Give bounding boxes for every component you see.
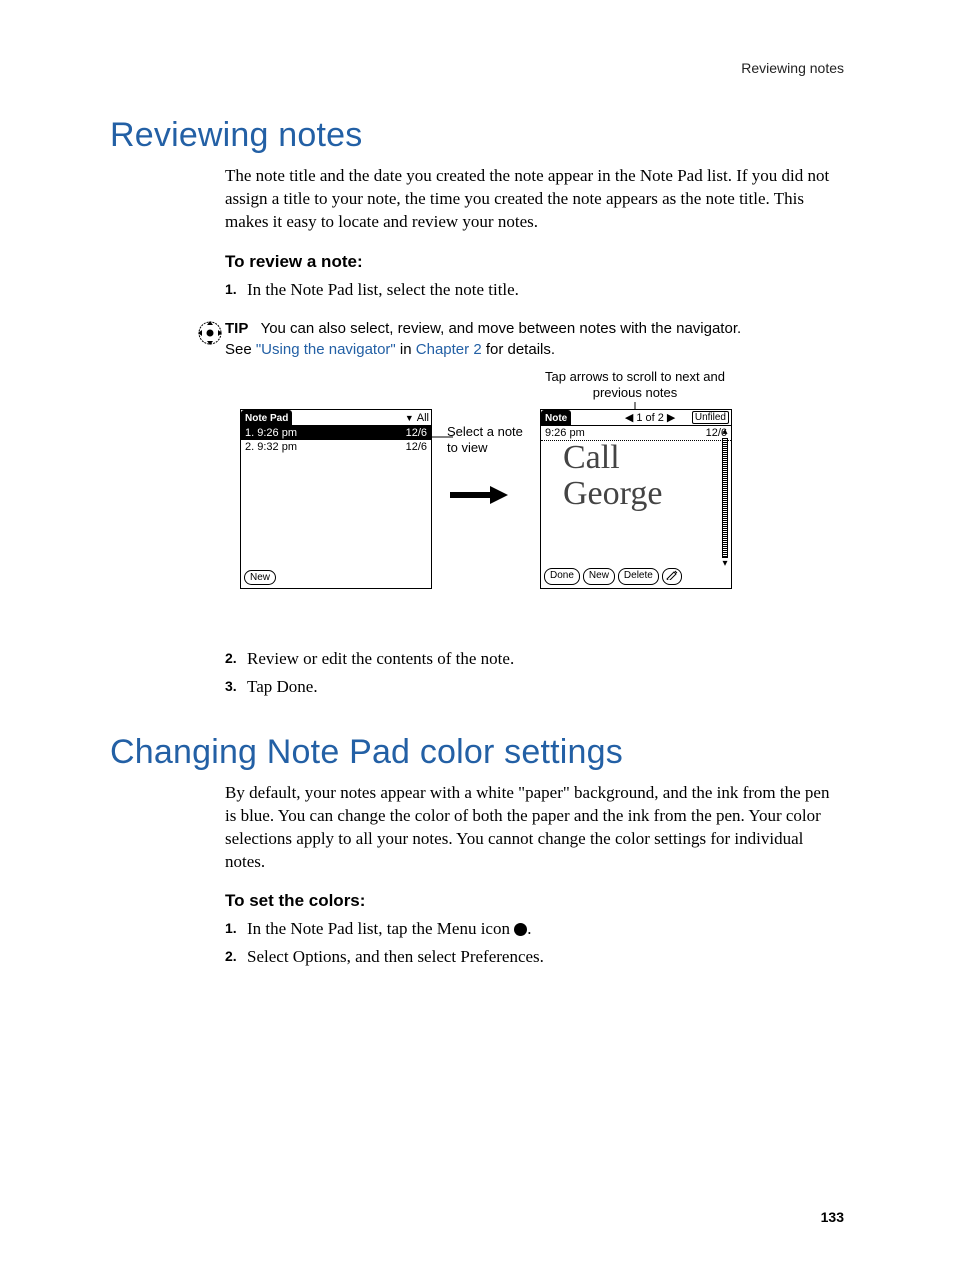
app-title-notepad: Note Pad xyxy=(241,410,292,426)
running-header: Reviewing notes xyxy=(110,60,844,76)
subhead-to-review: To review a note: xyxy=(225,252,844,272)
pen-tool-icon[interactable] xyxy=(662,568,682,585)
done-button[interactable]: Done xyxy=(544,568,580,585)
app-title-note: Note xyxy=(541,410,571,426)
link-chapter-2[interactable]: Chapter 2 xyxy=(416,341,482,358)
color-step-2: 2. Select Options, and then select Prefe… xyxy=(225,945,844,969)
dropdown-triangle-icon[interactable]: ▼ xyxy=(405,413,414,423)
menu-icon xyxy=(514,923,527,936)
intro-paragraph-2: By default, your notes appear with a whi… xyxy=(225,782,844,874)
list-item-2[interactable]: 2. 9:32 pm 12/6 xyxy=(241,440,431,454)
heading-reviewing-notes: Reviewing notes xyxy=(110,116,844,155)
scrollbar[interactable]: ▴ ▾ xyxy=(721,428,729,568)
figure-notepad-screens: Tap arrows to scroll to next and previou… xyxy=(225,389,844,619)
step-3: 3. Tap Done. xyxy=(225,675,844,699)
subhead-set-colors: To set the colors: xyxy=(225,891,844,911)
new-button[interactable]: New xyxy=(244,570,276,585)
link-using-navigator[interactable]: "Using the navigator" xyxy=(256,341,396,358)
tip-line1: You can also select, review, and move be… xyxy=(261,320,742,337)
category-all[interactable]: All xyxy=(417,412,429,424)
note-counter: 1 of 2 xyxy=(636,412,664,424)
navigator-icon xyxy=(195,318,225,355)
screenshot-notepad-list: Note Pad ▼ All 1. 9:26 pm 12/6 2. 9:32 p… xyxy=(240,409,432,589)
screenshot-note-view: Note ◀ 1 of 2 ▶ Unfiled 9:26 pm 12/6 Cal… xyxy=(540,409,732,589)
arrow-icon xyxy=(450,489,510,501)
step-2: 2. Review or edit the contents of the no… xyxy=(225,647,844,671)
step-1: 1. In the Note Pad list, select the note… xyxy=(225,278,844,302)
list-item-1[interactable]: 1. 9:26 pm 12/6 xyxy=(241,426,431,440)
intro-paragraph-1: The note title and the date you created … xyxy=(225,165,844,234)
page-number: 133 xyxy=(110,1209,844,1225)
tip-block: TIP You can also select, review, and mov… xyxy=(195,318,844,362)
note-time: 9:26 pm xyxy=(545,427,585,439)
tip-label: TIP xyxy=(225,320,248,337)
color-step-1: 1. In the Note Pad list, tap the Menu ic… xyxy=(225,917,844,941)
heading-color-settings: Changing Note Pad color settings xyxy=(110,733,844,772)
new-button-2[interactable]: New xyxy=(583,568,615,585)
category-unfiled[interactable]: Unfiled xyxy=(692,411,729,424)
delete-button[interactable]: Delete xyxy=(618,568,659,585)
note-canvas[interactable]: Call George xyxy=(545,440,719,568)
next-note-arrow-icon[interactable]: ▶ xyxy=(667,411,675,424)
callout-select-note: Select a note to view xyxy=(447,424,527,455)
prev-note-arrow-icon[interactable]: ◀ xyxy=(625,411,633,424)
